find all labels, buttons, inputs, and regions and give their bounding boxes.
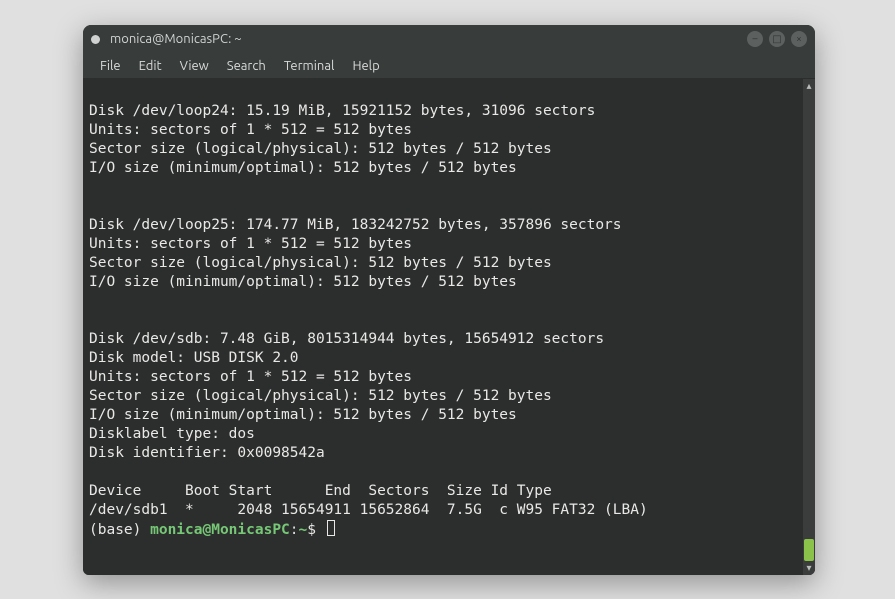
output-line: Units: sectors of 1 * 512 = 512 bytes [89, 122, 412, 138]
prompt-symbol: $ [307, 522, 324, 538]
output-line: Device Boot Start End Sectors Size Id Ty… [89, 483, 552, 499]
output-line: Disk /dev/loop24: 15.19 MiB, 15921152 by… [89, 103, 595, 119]
output-line: Units: sectors of 1 * 512 = 512 bytes [89, 236, 412, 252]
prompt-base: (base) [89, 522, 150, 538]
scrollbar[interactable]: ▴ ▾ [803, 79, 815, 575]
output-line: I/O size (minimum/optimal): 512 bytes / … [89, 160, 517, 176]
scroll-thumb[interactable] [804, 539, 814, 561]
scroll-down-icon[interactable]: ▾ [803, 561, 815, 575]
menu-edit[interactable]: Edit [132, 57, 169, 75]
window-title: monica@MonicasPC: ~ [110, 32, 747, 46]
minimize-button[interactable]: – [747, 31, 763, 47]
maximize-button[interactable]: □ [769, 31, 785, 47]
menubar: File Edit View Search Terminal Help [83, 53, 815, 79]
output-line: Disklabel type: dos [89, 426, 255, 442]
terminal-output[interactable]: Disk /dev/loop24: 15.19 MiB, 15921152 by… [83, 79, 803, 575]
output-line: I/O size (minimum/optimal): 512 bytes / … [89, 407, 517, 423]
cursor-icon [327, 520, 335, 536]
output-line: Sector size (logical/physical): 512 byte… [89, 141, 552, 157]
prompt-path: ~ [299, 522, 308, 538]
output-line: Disk identifier: 0x0098542a [89, 445, 325, 461]
blank-line [89, 84, 98, 100]
scroll-up-icon[interactable]: ▴ [803, 79, 815, 93]
output-line: I/O size (minimum/optimal): 512 bytes / … [89, 274, 517, 290]
output-line: Sector size (logical/physical): 512 byte… [89, 255, 552, 271]
terminal-area: Disk /dev/loop24: 15.19 MiB, 15921152 by… [83, 79, 815, 575]
output-line: Units: sectors of 1 * 512 = 512 bytes [89, 369, 412, 385]
output-line: Disk /dev/loop25: 174.77 MiB, 183242752 … [89, 217, 622, 233]
output-line: Sector size (logical/physical): 512 byte… [89, 388, 552, 404]
close-button[interactable]: × [791, 31, 807, 47]
output-line: Disk /dev/sdb: 7.48 GiB, 8015314944 byte… [89, 331, 604, 347]
output-line: /dev/sdb1 * 2048 15654911 15652864 7.5G … [89, 502, 648, 518]
titlebar[interactable]: monica@MonicasPC: ~ – □ × [83, 25, 815, 53]
menu-view[interactable]: View [173, 57, 216, 75]
terminal-window: monica@MonicasPC: ~ – □ × File Edit View… [83, 25, 815, 575]
output-line: Disk model: USB DISK 2.0 [89, 350, 299, 366]
menu-help[interactable]: Help [345, 57, 386, 75]
menu-search[interactable]: Search [220, 57, 273, 75]
prompt-user: monica@MonicasPC [150, 522, 290, 538]
window-controls: – □ × [747, 31, 807, 47]
prompt-sep: : [290, 522, 299, 538]
menu-terminal[interactable]: Terminal [277, 57, 342, 75]
app-indicator-icon [91, 35, 100, 44]
menu-file[interactable]: File [93, 57, 128, 75]
